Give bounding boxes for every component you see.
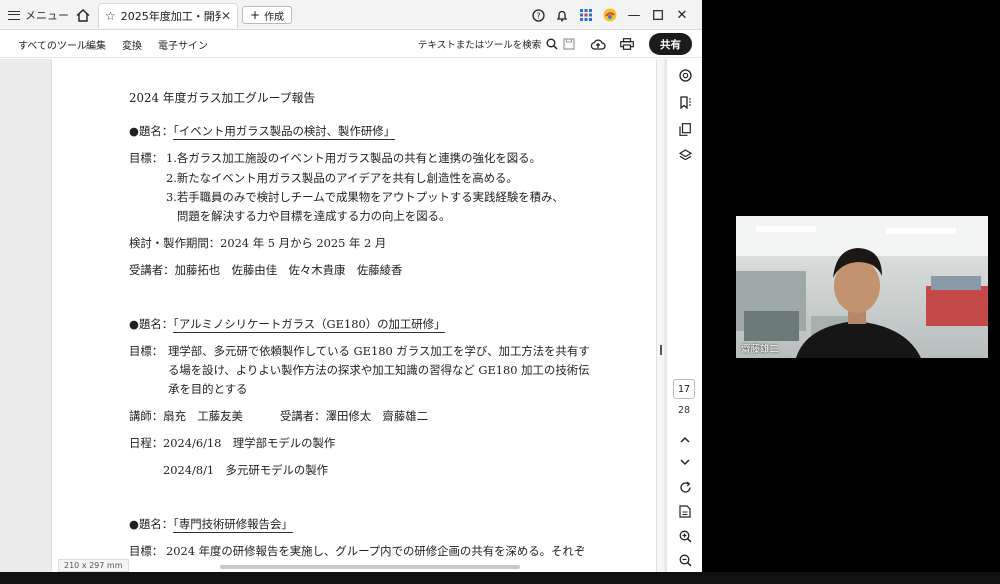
schedule-label: 日程： — [129, 436, 164, 450]
theme-prefix: ●題名： — [129, 124, 174, 138]
main-toolbar: すべてのツール 編集 変換 電子サイン テキストまたはツールを検索 共有 — [0, 30, 702, 58]
attendees-line: 受講者：加藤拓也 佐藤由佳 佐々木貴康 佐藤綾香 — [129, 263, 403, 277]
document-viewport[interactable]: 2024 年度ガラス加工グループ報告 ●題名：「イベント用ガラス製品の検討、製作… — [0, 59, 666, 572]
theme-title: 「イベント用ガラス製品の検討、製作研修」 — [173, 124, 396, 140]
pdf-viewer-window: メニュー ☆ 2025年度加工・開発... ✕ + 作成 ? — [0, 0, 702, 572]
comment-icon[interactable] — [675, 65, 695, 85]
tab-title: 2025年度加工・開発... — [120, 10, 221, 23]
minimize-icon[interactable]: — — [622, 5, 646, 25]
close-window-icon[interactable]: ✕ — [670, 5, 694, 25]
search-icon — [546, 38, 558, 50]
maximize-icon[interactable] — [646, 5, 670, 25]
attendees-line: 受講者：澤田修太 齋藤雄二 — [280, 409, 429, 423]
all-tools-menu[interactable]: すべてのツール — [18, 37, 87, 52]
instructors-line: 講師：扇充 工藤友美 — [129, 409, 243, 423]
e-sign-menu[interactable]: 電子サイン — [158, 37, 208, 52]
svg-text:?: ? — [536, 11, 540, 20]
current-page-input[interactable]: 17 — [673, 379, 695, 399]
vertical-scrollbar[interactable] — [657, 59, 664, 572]
horizontal-scrollbar[interactable] — [220, 565, 520, 569]
goal-line: 承を目的とする — [168, 382, 248, 396]
home-icon — [76, 8, 90, 22]
tab-bar: メニュー ☆ 2025年度加工・開発... ✕ + 作成 ? — [0, 0, 702, 30]
close-tab-icon[interactable]: ✕ — [221, 9, 231, 23]
edit-menu[interactable]: 編集 — [86, 37, 106, 52]
participant-name: 齋藤雄二 — [741, 344, 780, 355]
page-size-indicator: 210 x 297 mm — [58, 559, 129, 572]
document-title: 2024 年度ガラス加工グループ報告 — [129, 91, 316, 105]
goal-line: 3.若手職員のみで検討しチームで成果物をアウトプットする実践経験を積み、 — [166, 190, 564, 204]
goal-line: 2.新たなイベント用ガラス製品のアイデアを共有し創造性を高める。 — [166, 171, 518, 185]
tab-document[interactable]: ☆ 2025年度加工・開発... ✕ — [98, 3, 238, 28]
save-icon[interactable] — [559, 34, 579, 54]
window-controls: ? — ✕ — [526, 5, 694, 25]
convert-menu[interactable]: 変換 — [122, 37, 142, 52]
create-button[interactable]: + 作成 — [242, 6, 293, 24]
goal-line: 2024 年度の研修報告を実施し、グループ内での研修企画の共有を深める。それぞ — [166, 544, 586, 558]
participant-video-feed — [736, 216, 988, 358]
document-page: 2024 年度ガラス加工グループ報告 ●題名：「イベント用ガラス製品の検討、製作… — [52, 59, 656, 572]
home-button[interactable] — [74, 6, 92, 24]
apps-grid-icon[interactable] — [574, 5, 598, 25]
copy-pages-icon[interactable] — [675, 119, 695, 139]
zoom-in-icon[interactable] — [675, 526, 695, 546]
zoom-out-icon[interactable] — [675, 550, 695, 570]
cloud-upload-icon[interactable] — [588, 34, 608, 54]
period-line: 検討・製作期間：2024 年 5 月から 2025 年 2 月 — [129, 236, 387, 250]
theme-prefix: ●題名： — [129, 317, 174, 331]
star-icon[interactable]: ☆ — [105, 9, 116, 23]
section-2-theme: ●題名：「アルミノシリケートガラス（GE180）の加工研修」 — [129, 316, 446, 333]
help-icon[interactable]: ? — [526, 5, 550, 25]
profile-avatar-icon[interactable] — [598, 5, 622, 25]
refresh-icon[interactable] — [675, 477, 695, 497]
menu-label: メニュー — [25, 9, 69, 22]
layers-icon[interactable] — [675, 145, 695, 165]
goal-line: 問題を解決する力や目標を達成する力の向上を図る。 — [177, 209, 451, 223]
menu-button[interactable]: メニュー — [8, 6, 69, 24]
section-3-theme: ●題名：「専門技術研修報告会」 — [129, 516, 293, 533]
share-button[interactable]: 共有 — [649, 33, 692, 55]
scrollbar-thumb[interactable] — [660, 345, 662, 355]
plus-icon: + — [250, 8, 261, 22]
right-tools-panel: 17 28 — [666, 59, 702, 572]
goal-line: 1.各ガラス加工施設のイベント用ガラス製品の共有と連携の強化を図る。 — [166, 151, 541, 165]
chevron-down-icon[interactable] — [675, 452, 695, 472]
hamburger-icon — [8, 10, 20, 20]
goal-label: 目標： — [129, 544, 164, 558]
bottom-strip — [0, 572, 1000, 584]
bookmark-icon[interactable] — [675, 92, 695, 112]
search-tools-placeholder: テキストまたはツールを検索 — [418, 40, 542, 51]
print-icon[interactable] — [617, 34, 637, 54]
bell-icon[interactable] — [550, 5, 574, 25]
goal-line: る場を設け、よりよい製作方法の探求や加工知識の習得など GE180 加工の技術伝 — [168, 363, 590, 377]
theme-prefix: ●題名： — [129, 517, 174, 531]
goal-label: 目標： — [129, 151, 164, 165]
page-fit-icon[interactable] — [675, 501, 695, 521]
goal-label: 目標： — [129, 344, 164, 358]
schedule-line: 2024/6/18 理学部モデルの製作 — [163, 436, 336, 450]
theme-title: 「専門技術研修報告会」 — [173, 517, 293, 533]
theme-title: 「アルミノシリケートガラス（GE180）の加工研修」 — [173, 317, 446, 333]
section-1-theme: ●題名：「イベント用ガラス製品の検討、製作研修」 — [129, 123, 396, 140]
chevron-up-icon[interactable] — [675, 429, 695, 449]
search-tools-field[interactable]: テキストまたはツールを検索 — [418, 35, 558, 53]
goal-line: 理学部、多元研で依頼製作している GE180 ガラス加工を学び、加工方法を共有す — [168, 344, 590, 358]
total-pages: 28 — [677, 405, 691, 416]
schedule-line: 2024/8/1 多元研モデルの製作 — [163, 463, 329, 477]
participant-video-tile[interactable]: 齋藤雄二 — [736, 216, 988, 358]
create-label: 作成 — [264, 11, 285, 23]
